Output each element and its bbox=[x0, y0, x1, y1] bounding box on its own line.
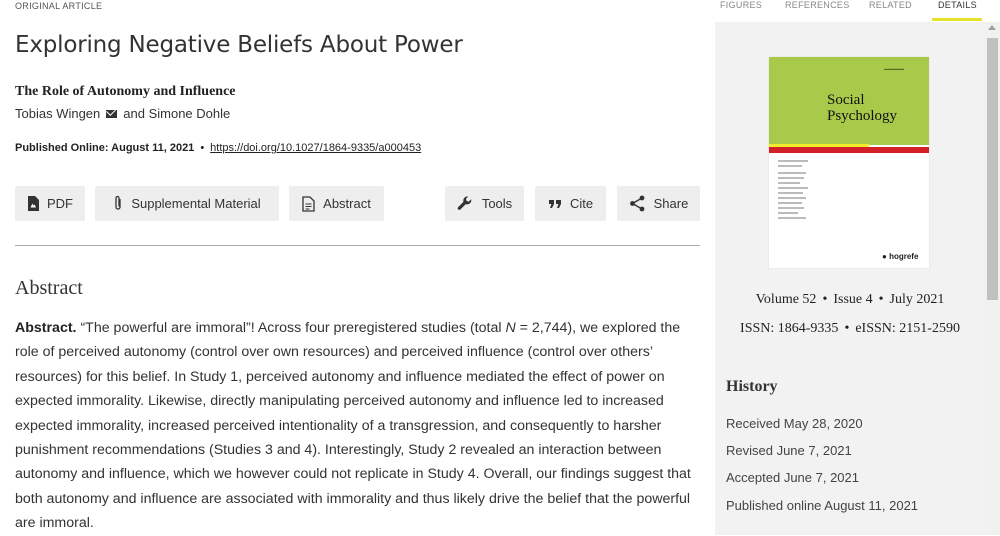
active-tab-indicator bbox=[932, 18, 982, 21]
tab-figures[interactable]: FIGURES bbox=[720, 0, 762, 10]
author-link[interactable]: Tobias Wingen bbox=[15, 106, 100, 121]
pdf-button[interactable]: PDF bbox=[15, 186, 85, 221]
tools-button[interactable]: Tools bbox=[445, 186, 524, 221]
cover-title-line: Social bbox=[827, 92, 865, 108]
abstract-heading: Abstract bbox=[15, 277, 83, 299]
abstract-text-part: = 2,744), we explored the role of percei… bbox=[15, 320, 691, 532]
author-list: Tobias Wingen and Simone Dohle bbox=[15, 106, 230, 121]
quote-icon bbox=[548, 199, 561, 208]
pdf-icon bbox=[28, 196, 39, 211]
eissn: eISSN: 2151-2590 bbox=[855, 321, 960, 336]
issn: ISSN: 1864-9335 bbox=[740, 321, 839, 336]
cover-red-stripe bbox=[769, 147, 929, 153]
n-symbol: N bbox=[505, 320, 516, 336]
scrollbar-thumb[interactable] bbox=[987, 38, 998, 300]
supplemental-button-label: Supplemental Material bbox=[131, 196, 261, 211]
doi-link[interactable]: https://doi.org/10.1027/1864-9335/a00045… bbox=[210, 142, 421, 154]
separator-dot: • bbox=[822, 292, 828, 307]
article-main: ORIGINAL ARTICLE Exploring Negative Beli… bbox=[0, 0, 715, 535]
abstract-text-part: “The powerful are immoral”! Across four … bbox=[76, 320, 506, 336]
wrench-icon bbox=[457, 196, 472, 210]
cite-button[interactable]: Cite bbox=[535, 186, 606, 221]
issn-info: ISSN: 1864-9335 • eISSN: 2151-2590 bbox=[715, 321, 985, 337]
separator-dot: • bbox=[878, 292, 884, 307]
separator-dot: • bbox=[844, 321, 850, 336]
tools-button-label: Tools bbox=[481, 196, 513, 211]
article-type-label: ORIGINAL ARTICLE bbox=[15, 1, 103, 11]
article-subtitle: The Role of Autonomy and Influence bbox=[15, 84, 236, 99]
cover-title-line: Psychology bbox=[827, 108, 898, 124]
abstract-button[interactable]: Abstract bbox=[289, 186, 384, 221]
cover-title: Social Psychology bbox=[827, 92, 897, 124]
abstract-lead: Abstract. bbox=[15, 320, 77, 336]
tab-details[interactable]: DETAILS bbox=[938, 0, 977, 10]
separator-dot: • bbox=[200, 142, 205, 154]
cover-issue-line: ▬▬▬▬▬ bbox=[884, 66, 904, 71]
issue-link[interactable]: Issue 4 bbox=[833, 292, 872, 307]
supplemental-material-button[interactable]: Supplemental Material bbox=[95, 186, 279, 221]
issue-date: July 2021 bbox=[889, 292, 945, 307]
journal-cover[interactable]: ▬▬▬▬▬ Social Psychology ● hogrefe bbox=[769, 57, 929, 268]
share-icon bbox=[629, 195, 645, 212]
author-link[interactable]: and Simone Dohle bbox=[123, 106, 230, 121]
cite-button-label: Cite bbox=[569, 196, 594, 211]
volume-info: Volume 52 • Issue 4 • July 2021 bbox=[715, 292, 985, 308]
scroll-up-arrow-icon[interactable] bbox=[988, 25, 996, 30]
volume-link[interactable]: Volume 52 bbox=[756, 292, 817, 307]
tab-related[interactable]: RELATED bbox=[869, 0, 912, 10]
paperclip-icon bbox=[115, 195, 121, 210]
history-revised: Revised June 7, 2021 bbox=[726, 443, 852, 458]
document-icon bbox=[302, 195, 315, 212]
cover-publisher: hogrefe bbox=[889, 252, 919, 261]
history-accepted: Accepted June 7, 2021 bbox=[726, 470, 859, 485]
history-published: Published online August 11, 2021 bbox=[726, 498, 919, 513]
article-title: Exploring Negative Beliefs About Power bbox=[15, 32, 463, 58]
share-button-label: Share bbox=[653, 196, 689, 211]
pdf-button-label: PDF bbox=[47, 196, 73, 211]
hogrefe-logo: ● hogrefe bbox=[882, 252, 919, 261]
mail-icon[interactable] bbox=[106, 109, 118, 118]
section-divider bbox=[15, 245, 700, 246]
abstract-body: Abstract. “The powerful are immoral”! Ac… bbox=[15, 316, 705, 536]
share-button[interactable]: Share bbox=[617, 186, 700, 221]
abstract-button-label: Abstract bbox=[323, 196, 371, 211]
published-date: Published Online: August 11, 2021 bbox=[15, 142, 195, 154]
publication-info: Published Online: August 11, 2021 • https:… bbox=[15, 142, 421, 154]
tab-references[interactable]: REFERENCES bbox=[785, 0, 850, 10]
history-heading: History bbox=[726, 378, 778, 395]
history-received: Received May 28, 2020 bbox=[726, 416, 863, 431]
cover-editor-lines bbox=[778, 160, 808, 222]
